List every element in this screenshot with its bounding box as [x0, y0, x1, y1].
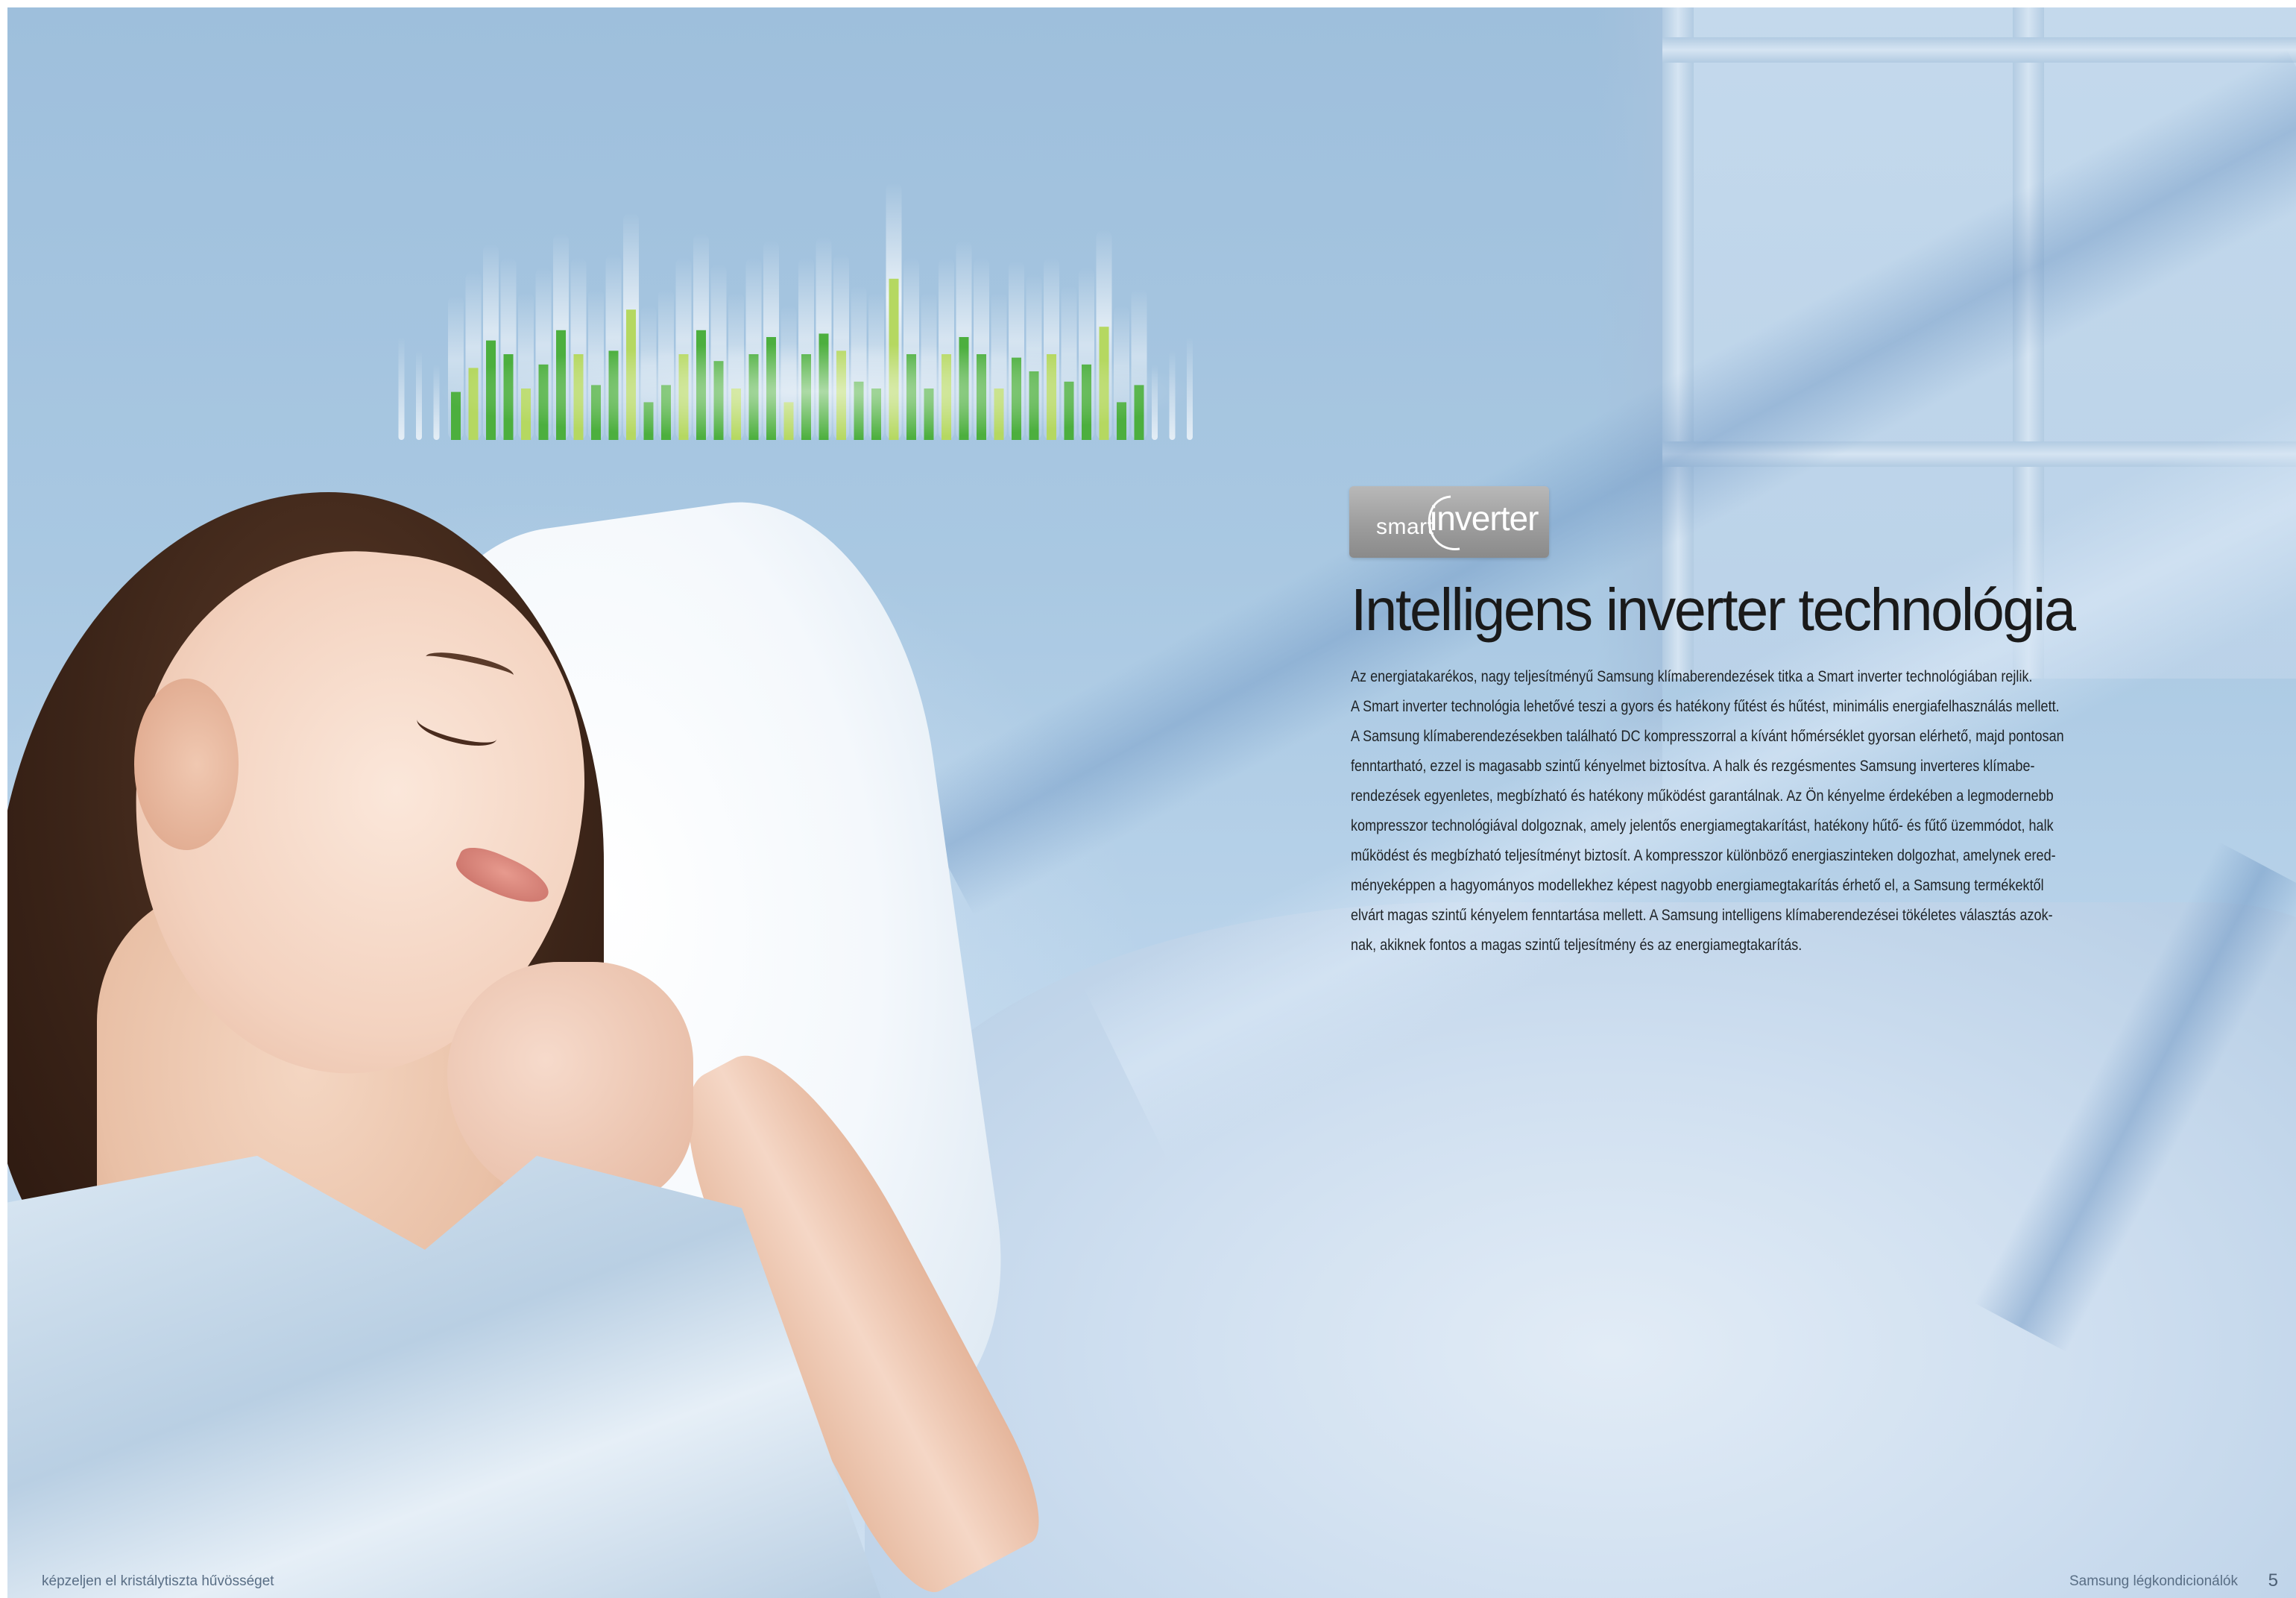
footer-section-title: Samsung légkondicionálók [2069, 1573, 2238, 1589]
body-line: rendezések egyenletes, megbízható és hat… [1351, 787, 2054, 805]
page-number: 5 [2268, 1570, 2278, 1591]
body-line: A Samsung klímaberendezésekben található… [1351, 728, 2064, 745]
equalizer-faded-bar [416, 350, 422, 440]
logo-word-smart: smart [1376, 515, 1434, 539]
body-line: A Smart inverter technológia lehetővé te… [1351, 698, 2060, 715]
footer-tagline: képzeljen el kristálytiszta hűvösséget [42, 1573, 274, 1589]
logo-word-inverter: inverter [1430, 499, 1539, 538]
equalizer-faded-bar [398, 336, 405, 440]
body-line: kompresszor technológiával dolgoznak, am… [1351, 817, 2054, 834]
sound-equalizer-graphic [395, 157, 1237, 470]
body-line: ményeképpen a hagyományos modellekhez ké… [1351, 877, 2044, 894]
woman-ear [134, 679, 239, 850]
smart-inverter-logo: smart inverter [1349, 486, 1549, 558]
body-line: elvárt magas szintű kényelem fenntartása… [1351, 907, 2053, 924]
body-line: fenntartható, ezzel is magasabb szintű k… [1351, 758, 2035, 775]
brochure-spread: smart inverter Intelligens inverter tech… [7, 7, 2296, 1598]
window-frame-horizontal [1662, 37, 2296, 63]
equalizer-glow [432, 343, 1200, 440]
body-line: nak, akiknek fontos a magas szintű telje… [1351, 937, 1803, 954]
body-paragraph: Az energiatakarékos, nagy teljesítményű … [1351, 662, 2230, 960]
body-line: működést és megbízható teljesítményt biz… [1351, 847, 2056, 864]
page-headline: Intelligens inverter technológia [1351, 576, 2076, 643]
body-line: Az energiatakarékos, nagy teljesítményű … [1351, 668, 2033, 685]
